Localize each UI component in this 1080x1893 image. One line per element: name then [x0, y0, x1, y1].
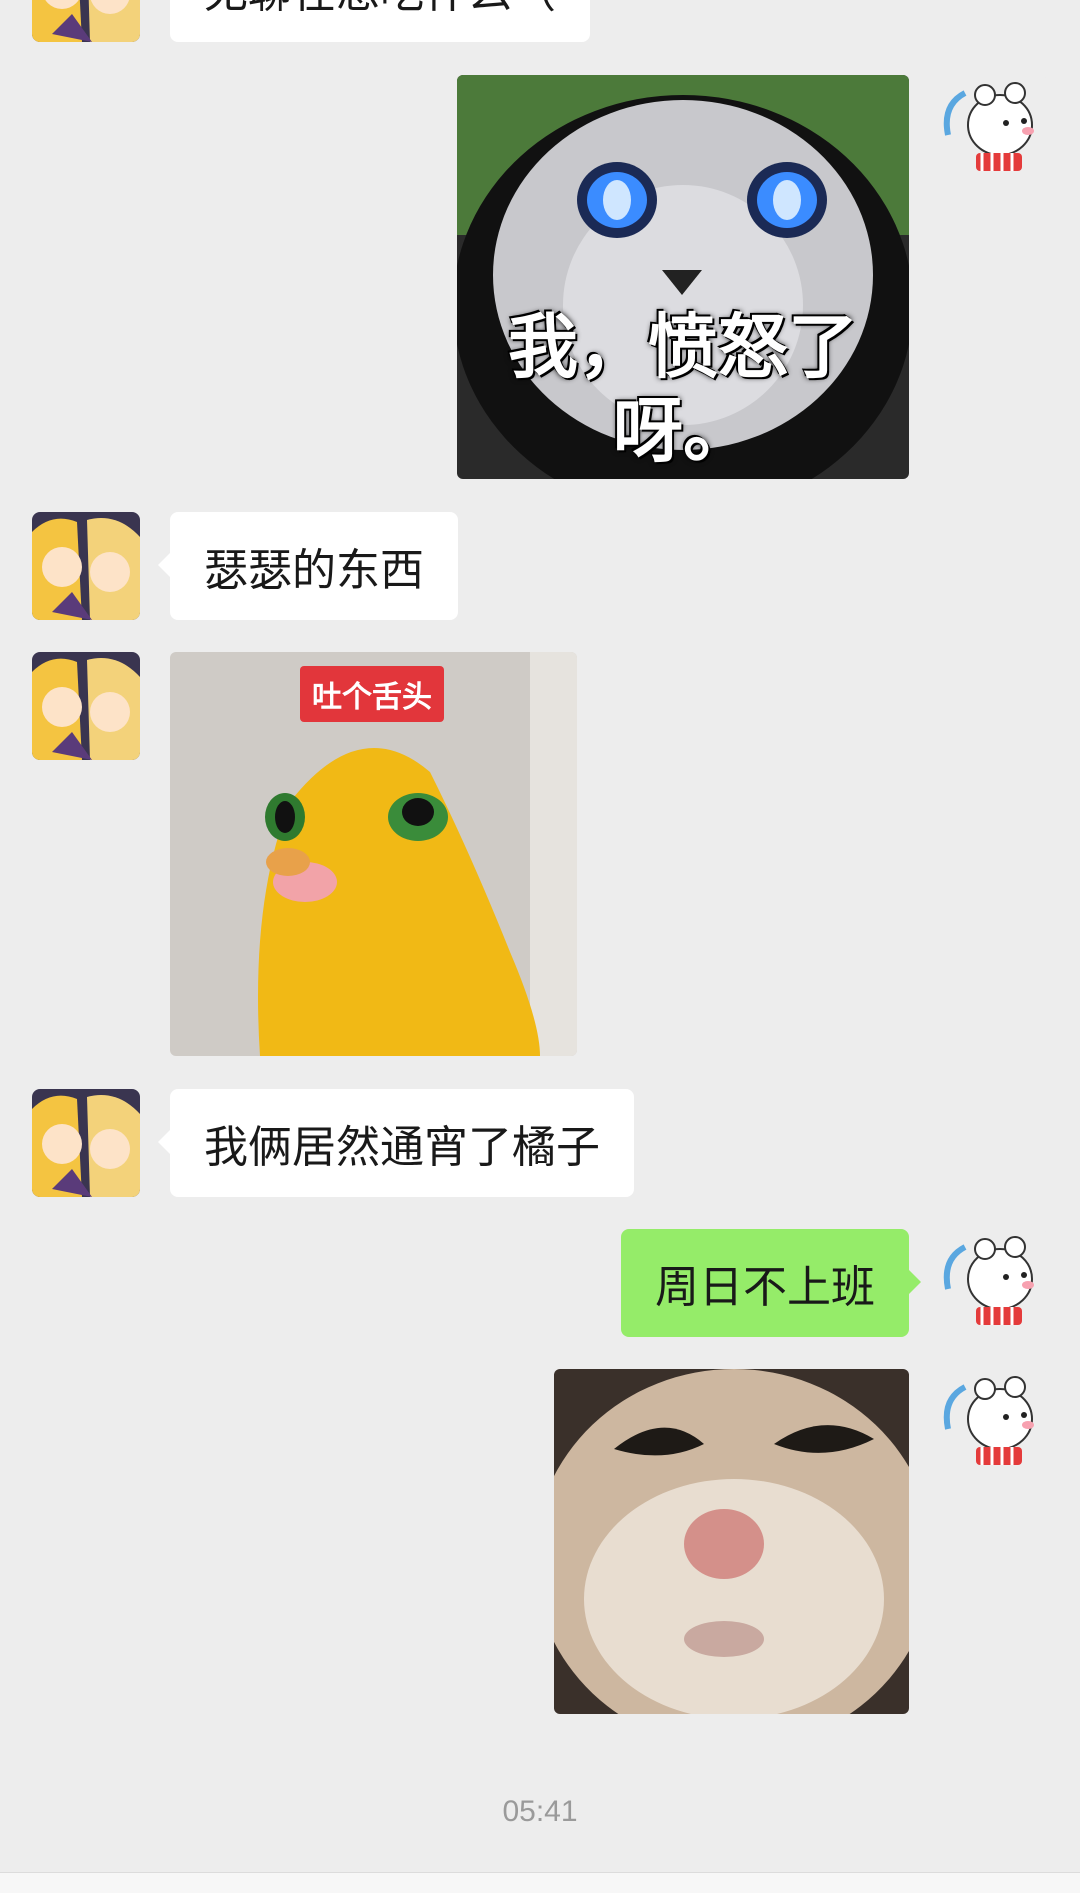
message-text: 周日不上班 — [655, 1262, 875, 1313]
my-avatar[interactable] — [940, 1229, 1048, 1337]
sticker-cat-angry[interactable]: 我，愤怒了呀。 — [457, 75, 909, 479]
timestamp: 05:41 — [502, 1795, 578, 1828]
sticker-tag: 吐个舌头 — [300, 666, 444, 722]
chat-window: 无聊在想吃什么（ 我，愤怒了呀。 — [0, 0, 1080, 1893]
friend-avatar[interactable] — [32, 0, 140, 42]
my-avatar[interactable] — [940, 75, 1048, 183]
message-text: 瑟瑟的东西 — [204, 545, 424, 596]
message-bubble[interactable]: 瑟瑟的东西 — [158, 512, 458, 620]
message-text: 我俩居然通宵了橘子 — [204, 1122, 600, 1173]
friend-avatar[interactable] — [32, 652, 140, 760]
message-bubble[interactable]: 周日不上班 — [621, 1229, 921, 1337]
message-bubble[interactable]: 我俩居然通宵了橘子 — [158, 1089, 634, 1197]
friend-avatar[interactable] — [32, 512, 140, 620]
message-bubble[interactable]: 无聊在想吃什么（ — [170, 0, 590, 42]
message-text: 无聊在想吃什么（ — [204, 0, 556, 20]
my-avatar[interactable] — [940, 1369, 1048, 1477]
image-cat-photo[interactable] — [554, 1369, 909, 1714]
sticker-caption: 我，愤怒了呀。 — [508, 306, 858, 472]
sticker-yellow-bird[interactable]: 吐个舌头 — [170, 652, 577, 1056]
friend-avatar[interactable] — [32, 1089, 140, 1197]
input-bar-edge — [0, 1872, 1080, 1893]
